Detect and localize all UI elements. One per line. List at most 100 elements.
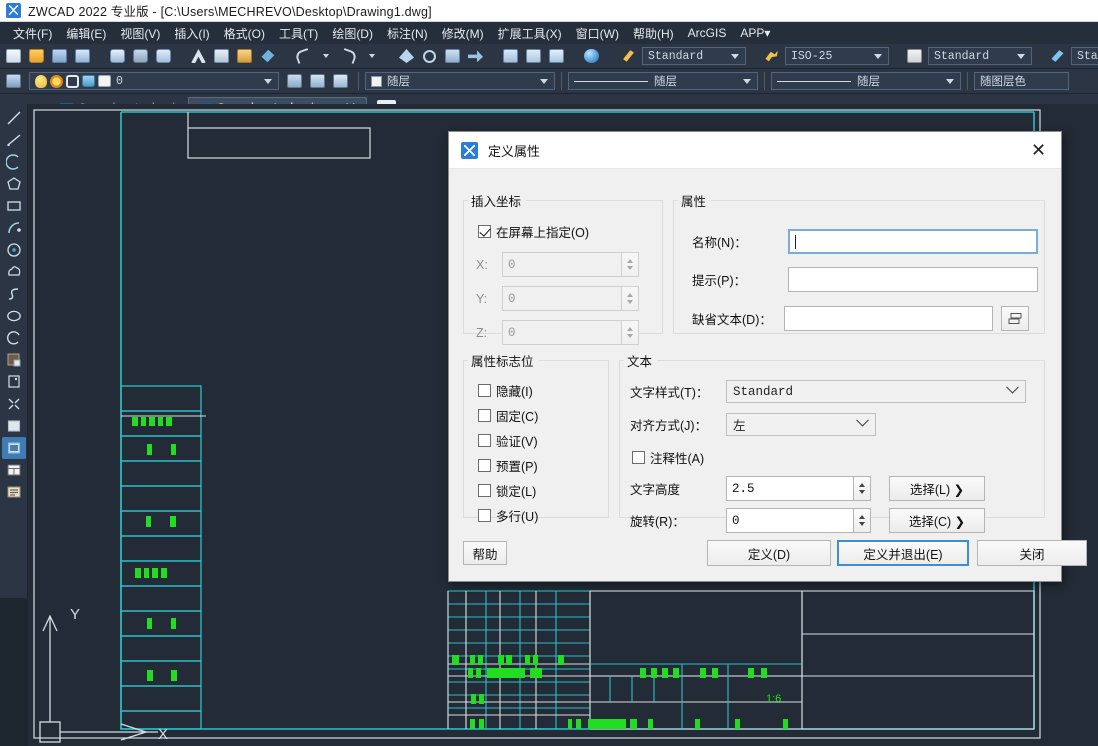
zoom-realtime-button[interactable] [419, 46, 440, 67]
menu-modify[interactable]: 修改(M) [435, 23, 491, 44]
insert-field-icon[interactable] [1001, 306, 1029, 331]
sun-freeze-icon[interactable] [50, 74, 63, 88]
insert-y-field[interactable]: 0 [502, 286, 622, 311]
menu-format[interactable]: 格式(O) [217, 23, 272, 44]
mleader-style-combo[interactable]: Standard [1071, 47, 1098, 65]
insert-y-spinner[interactable] [622, 286, 639, 311]
pick-rotation-button[interactable]: 选择(C) ❯ [889, 508, 985, 533]
flag-constant[interactable]: 固定(C) [478, 406, 538, 425]
menu-window[interactable]: 窗口(W) [569, 23, 626, 44]
hatch-tool-button[interactable] [2, 415, 26, 437]
text-style-combo[interactable]: Standard [642, 47, 746, 65]
cut-button[interactable] [188, 46, 209, 67]
annotative-checkbox[interactable] [632, 451, 645, 464]
table-tool-button[interactable] [2, 459, 26, 481]
layer-state-button[interactable] [330, 71, 351, 92]
help-button[interactable]: 帮助 [463, 541, 507, 565]
save-as-button[interactable] [72, 46, 93, 67]
menu-app[interactable]: APP▾ [733, 24, 777, 42]
plotstyle-combo[interactable]: 随图层色 [974, 72, 1069, 90]
pan-button[interactable] [396, 46, 417, 67]
define-and-exit-button[interactable]: 定义并退出(E) [837, 540, 969, 566]
rotation-input[interactable]: 0 [726, 508, 854, 533]
menu-express[interactable]: 扩展工具(X) [491, 23, 569, 44]
text-style-select[interactable]: Standard [726, 380, 1026, 403]
multiline-text-tool-button[interactable] [2, 481, 26, 503]
layer-color-swatch-icon[interactable] [98, 75, 111, 87]
flag-multiple-lines-checkbox[interactable] [478, 509, 491, 522]
ellipse-tool-button[interactable] [2, 305, 26, 327]
undo-dropdown-icon[interactable] [315, 46, 336, 67]
open-file-button[interactable] [26, 46, 47, 67]
layer-previous-button[interactable] [307, 71, 328, 92]
rectangle-tool-button[interactable] [2, 195, 26, 217]
lock-icon[interactable] [82, 75, 95, 87]
menu-view[interactable]: 视图(V) [113, 23, 167, 44]
insert-x-field[interactable]: 0 [502, 252, 622, 277]
on-screen-checkbox-row[interactable]: 在屏幕上指定(O) [478, 222, 589, 241]
table-style-combo[interactable]: Standard [928, 47, 1032, 65]
flag-preset-checkbox[interactable] [478, 459, 491, 472]
match-properties-button[interactable] [257, 46, 278, 67]
flag-invisible-checkbox[interactable] [478, 384, 491, 397]
arc-3point-tool-button[interactable] [2, 217, 26, 239]
redo-button[interactable] [338, 46, 359, 67]
render-button[interactable] [581, 46, 602, 67]
properties-panel-button[interactable] [500, 46, 521, 67]
polygon-tool-button[interactable] [2, 173, 26, 195]
attribute-name-input[interactable] [788, 229, 1038, 254]
on-screen-checkbox[interactable] [478, 225, 491, 238]
redo-dropdown-icon[interactable] [361, 46, 382, 67]
plot-preview-button[interactable] [130, 46, 151, 67]
ellipse-arc-tool-button[interactable] [2, 327, 26, 349]
flag-multiple-lines[interactable]: 多行(U) [478, 506, 538, 525]
point-tool-button[interactable] [2, 393, 26, 415]
rotation-spinner[interactable] [854, 508, 871, 533]
design-center-button[interactable] [523, 46, 544, 67]
layer-properties-button[interactable] [284, 71, 305, 92]
menu-arcgis[interactable]: ArcGIS [681, 24, 734, 42]
define-button[interactable]: 定义(D) [707, 540, 831, 566]
flag-invisible[interactable]: 隐藏(I) [478, 381, 533, 400]
layer-combo[interactable]: 0 [29, 72, 279, 90]
flag-lock-position[interactable]: 锁定(L) [478, 481, 536, 500]
tool-palette-button[interactable] [546, 46, 567, 67]
menu-edit[interactable]: 编辑(E) [59, 23, 113, 44]
arc-tool-button[interactable] [2, 151, 26, 173]
new-file-button[interactable] [3, 46, 24, 67]
menu-draw[interactable]: 绘图(D) [325, 23, 380, 44]
linetype-combo[interactable]: 随层 [568, 72, 758, 90]
insert-block-tool-button[interactable] [2, 349, 26, 371]
insert-z-spinner[interactable] [622, 320, 639, 345]
insert-z-field[interactable]: 0 [502, 320, 622, 345]
dim-style-combo[interactable]: ISO-25 [785, 47, 889, 65]
flag-constant-checkbox[interactable] [478, 409, 491, 422]
menu-insert[interactable]: 插入(I) [167, 23, 216, 44]
menu-dimension[interactable]: 标注(N) [380, 23, 435, 44]
zoom-window-button[interactable] [442, 46, 463, 67]
insert-x-spinner[interactable] [622, 252, 639, 277]
flag-preset[interactable]: 预置(P) [478, 456, 538, 475]
close-icon[interactable]: ✕ [1016, 132, 1061, 169]
menu-tools[interactable]: 工具(T) [272, 23, 325, 44]
ray-tool-button[interactable] [2, 129, 26, 151]
close-button[interactable]: 关闭 [977, 540, 1087, 566]
justify-select[interactable]: 左 [726, 413, 876, 436]
publish-button[interactable] [153, 46, 174, 67]
pick-height-button[interactable]: 选择(L) ❯ [889, 476, 985, 501]
flag-verify-checkbox[interactable] [478, 434, 491, 447]
spline-tool-button[interactable] [2, 283, 26, 305]
revision-cloud-tool-button[interactable] [2, 261, 26, 283]
line-tool-button[interactable] [2, 107, 26, 129]
zoom-previous-button[interactable] [465, 46, 486, 67]
attribute-default-input[interactable] [784, 306, 993, 331]
annotative-row[interactable]: 注释性(A) [632, 448, 704, 467]
plot-button[interactable] [107, 46, 128, 67]
attribute-prompt-input[interactable] [788, 267, 1038, 292]
copy-button[interactable] [211, 46, 232, 67]
flag-lock-position-checkbox[interactable] [478, 484, 491, 497]
lineweight-combo[interactable]: 随层 [771, 72, 961, 90]
menu-help[interactable]: 帮助(H) [626, 23, 681, 44]
text-height-input[interactable]: 2.5 [726, 476, 854, 501]
freeze-vp-icon[interactable] [66, 74, 79, 88]
